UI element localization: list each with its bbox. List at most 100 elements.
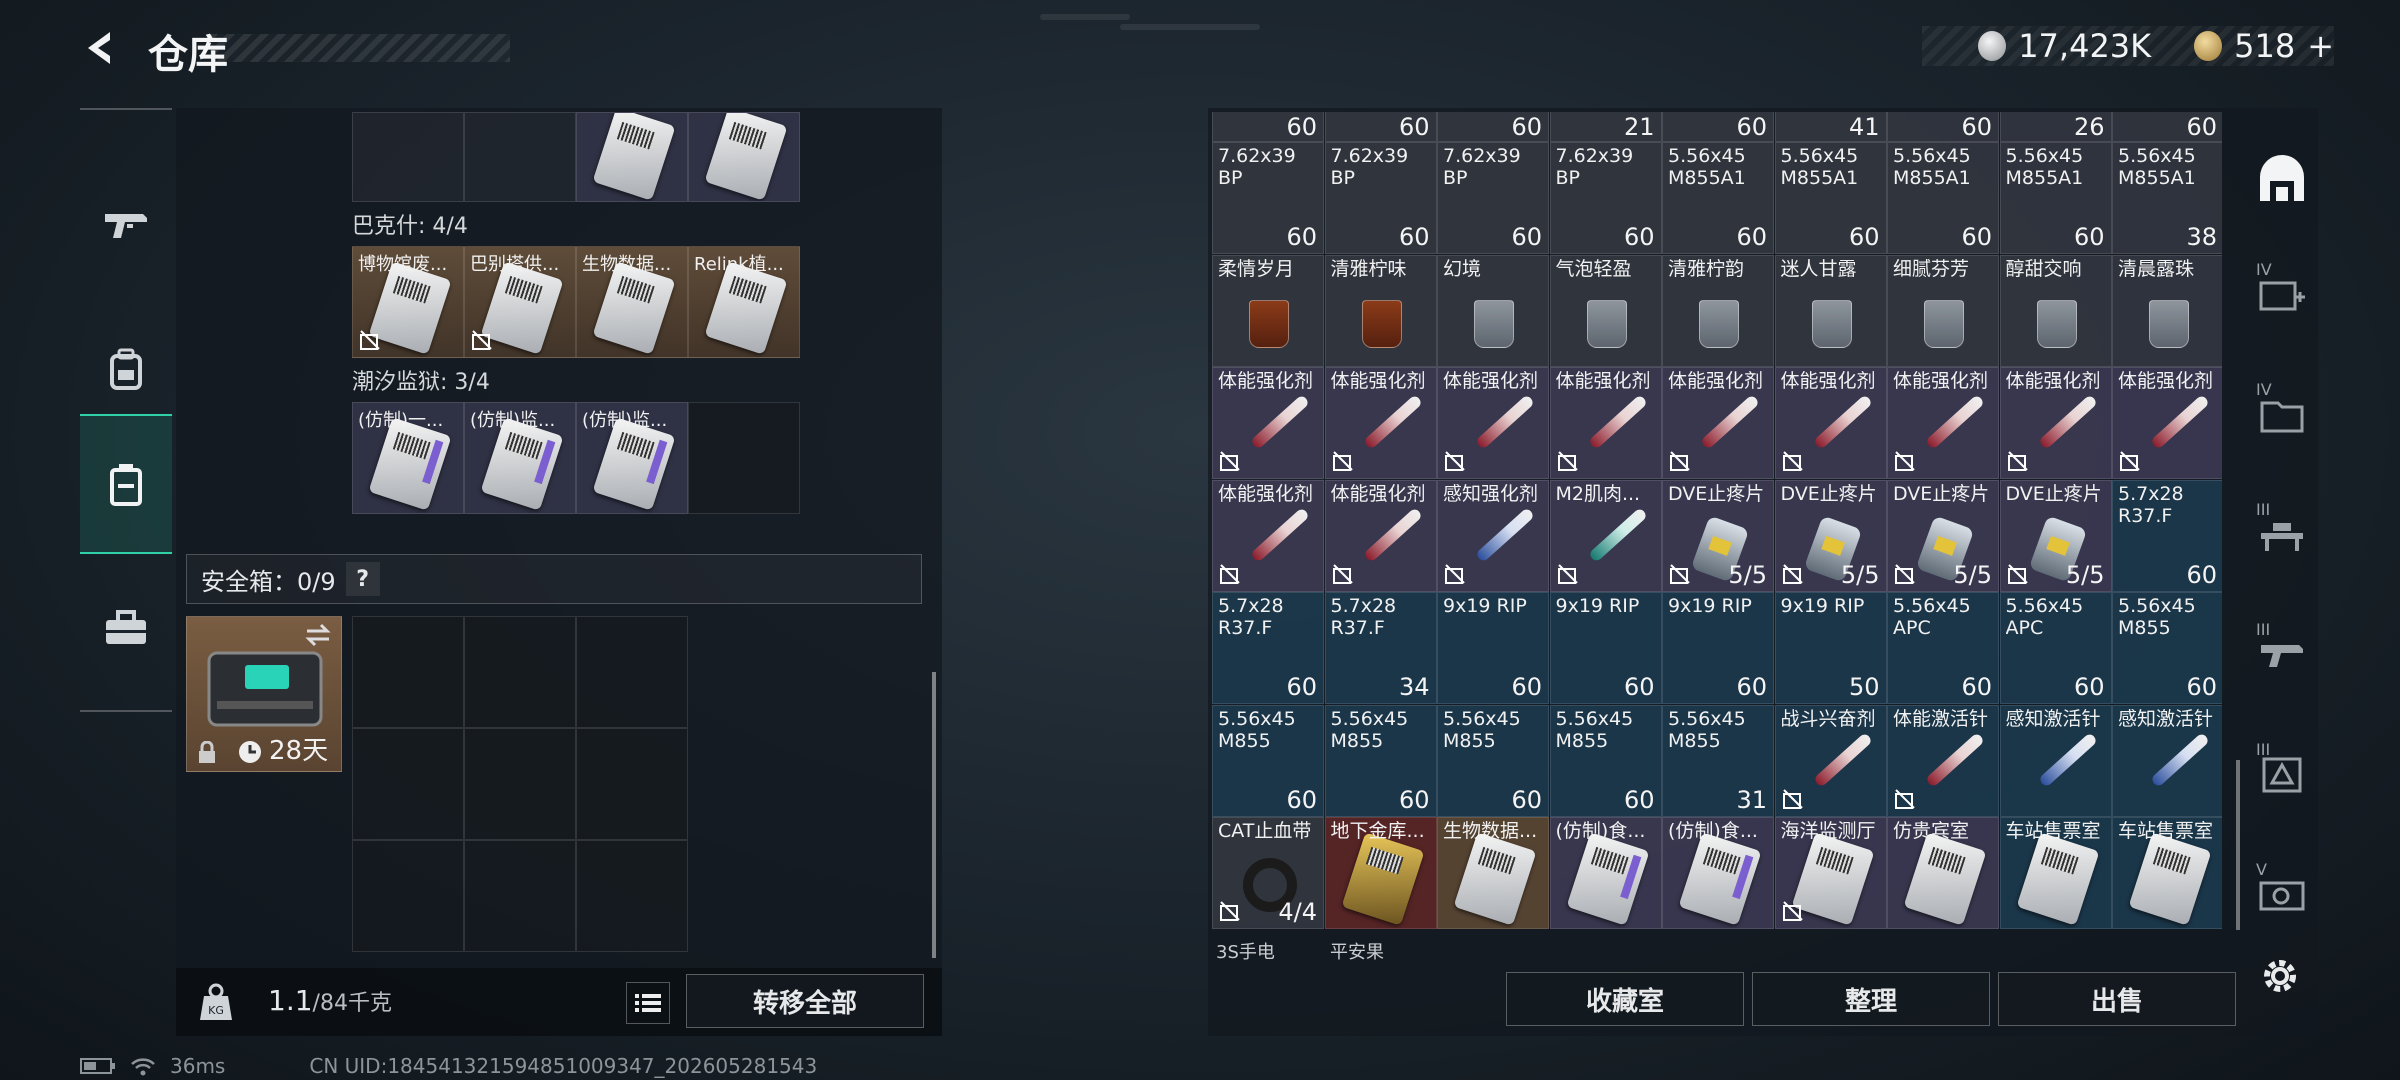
inventory-slot[interactable]: 26 [1999, 112, 2112, 142]
swap-icon[interactable] [303, 623, 333, 647]
inventory-slot[interactable]: 体能强化剂 [1887, 367, 1999, 479]
stash-slot[interactable] [352, 112, 464, 202]
collection-room-button[interactable]: 收藏室 [1506, 972, 1744, 1026]
nav-container[interactable] [80, 414, 172, 554]
stash-slot[interactable]: (仿制)监... [576, 402, 688, 514]
inventory-slot[interactable]: 地下金库... [1324, 817, 1437, 929]
empty-slot[interactable] [688, 402, 800, 514]
inventory-slot[interactable]: 21 [1549, 112, 1662, 142]
inventory-slot[interactable]: 60 [2112, 112, 2222, 142]
inventory-slot[interactable]: 体能强化剂 [1437, 367, 1549, 479]
stash-slot[interactable]: 生物数据... [576, 246, 688, 358]
safe-box-item[interactable]: 28天 [186, 616, 342, 772]
stash-slot[interactable] [576, 112, 688, 202]
inventory-slot[interactable]: 5.56x45 M855 60 [2112, 592, 2222, 704]
inventory-slot[interactable]: M2肌肉... [1549, 479, 1662, 592]
inventory-slot[interactable]: 体能强化剂 [1774, 367, 1887, 479]
inventory-slot[interactable]: 9x19 RIP 60 [1549, 592, 1662, 704]
inventory-slot[interactable]: 气泡轻盈 [1549, 254, 1662, 367]
inventory-slot[interactable]: DVE止疼片 5/5 [1999, 479, 2112, 592]
inventory-slot[interactable]: 5.56x45 M855A1 60 [1662, 142, 1774, 254]
inventory-slot[interactable]: DVE止疼片 5/5 [1662, 479, 1774, 592]
stash-slot[interactable]: (仿制)一... [352, 402, 464, 514]
inventory-slot[interactable]: 60 [1212, 112, 1324, 142]
stash-slot[interactable]: Relink植... [688, 246, 800, 358]
list-view-button[interactable] [626, 982, 670, 1024]
inventory-slot[interactable]: 9x19 RIP 60 [1437, 592, 1549, 704]
inventory-slot[interactable]: 迷人甘露 [1774, 254, 1887, 367]
inventory-slot[interactable]: 9x19 RIP 60 [1662, 592, 1774, 704]
inventory-slot[interactable]: 5.7x28 R37.F 60 [2112, 479, 2222, 592]
inventory-slot[interactable]: 5.56x45 APC 60 [1887, 592, 1999, 704]
inventory-slot[interactable]: 柔情岁月 [1212, 254, 1324, 367]
nav-weapons[interactable] [80, 156, 172, 296]
inventory-slot[interactable]: 7.62x39 BP 60 [1549, 142, 1662, 254]
inventory-slot[interactable]: 车站售票室 [2112, 817, 2222, 929]
inventory-slot[interactable]: 60 [1324, 112, 1437, 142]
inventory-slot[interactable]: 体能激活针 [1887, 704, 1999, 817]
empty-slot[interactable] [576, 616, 688, 728]
transfer-all-button[interactable]: 转移全部 [686, 974, 924, 1028]
inventory-slot[interactable]: 5.56x45 M855 60 [1324, 704, 1437, 817]
inventory-slot[interactable]: 清雅柠韵 [1662, 254, 1774, 367]
inventory-slot[interactable]: 41 [1774, 112, 1887, 142]
nav-medical-station[interactable]: IV [2246, 250, 2318, 340]
nav-tech-center[interactable]: III [2246, 730, 2318, 820]
nav-tools[interactable] [80, 558, 172, 698]
inventory-slot[interactable]: 5.56x45 M855A1 60 [1887, 142, 1999, 254]
inventory-slot[interactable]: 5.56x45 M855 60 [1549, 704, 1662, 817]
empty-slot[interactable] [352, 616, 464, 728]
stash-slot[interactable] [688, 112, 800, 202]
inventory-slot[interactable]: 感知强化剂 [1437, 479, 1549, 592]
inventory-slot[interactable]: 7.62x39 BP 60 [1324, 142, 1437, 254]
empty-slot[interactable] [464, 728, 576, 840]
organize-button[interactable]: 整理 [1752, 972, 1990, 1026]
inventory-slot[interactable]: 体能强化剂 [2112, 367, 2222, 479]
inventory-slot[interactable]: 感知激活针 [1999, 704, 2112, 817]
inventory-slot[interactable]: DVE止疼片 5/5 [1887, 479, 1999, 592]
inventory-slot[interactable]: 细腻芬芳 [1887, 254, 1999, 367]
nav-storage[interactable]: IV [2246, 370, 2318, 460]
inventory-slot[interactable]: 体能强化剂 [1212, 367, 1324, 479]
inventory-slot[interactable]: 体能强化剂 [1662, 367, 1774, 479]
inventory-slot[interactable]: 感知激活针 [2112, 704, 2222, 817]
inventory-slot[interactable]: 清雅柠味 [1324, 254, 1437, 367]
inventory-slot[interactable]: 生物数据... [1437, 817, 1549, 929]
nav-safehouse[interactable] [2246, 134, 2318, 224]
inventory-slot[interactable]: 车站售票室 [1999, 817, 2112, 929]
inventory-slot[interactable]: 60 [1662, 112, 1774, 142]
inventory-slot[interactable]: 5.56x45 M855A1 60 [1999, 142, 2112, 254]
inventory-slot[interactable]: 仿贵宾室 [1887, 817, 1999, 929]
inventory-slot[interactable]: 战斗兴奋剂 [1774, 704, 1887, 817]
help-button[interactable]: ? [345, 562, 380, 596]
inventory-slot[interactable]: 体能强化剂 [1324, 367, 1437, 479]
inventory-slot[interactable]: 5.7x28 R37.F 60 [1212, 592, 1324, 704]
empty-slot[interactable] [352, 840, 464, 952]
empty-slot[interactable] [352, 728, 464, 840]
inventory-slot[interactable]: 60 [1887, 112, 1999, 142]
stash-slot[interactable]: (仿制)监... [464, 402, 576, 514]
inventory-slot[interactable]: 幻境 [1437, 254, 1549, 367]
inventory-slot[interactable]: 5.56x45 APC 60 [1999, 592, 2112, 704]
inventory-slot[interactable]: 7.62x39 BP 60 [1212, 142, 1324, 254]
inventory-slot[interactable]: 5.56x45 M855 60 [1437, 704, 1549, 817]
inventory-slot[interactable]: 体能强化剂 [1324, 479, 1437, 592]
stash-slot[interactable]: 巴别塔供... [464, 246, 576, 358]
stash-slot[interactable] [464, 112, 576, 202]
stash-scrollbar[interactable] [932, 672, 936, 958]
inventory-slot[interactable]: 5.56x45 M855A1 38 [2112, 142, 2222, 254]
inventory-slot[interactable]: 60 [1437, 112, 1549, 142]
inventory-slot[interactable]: 5.56x45 M855 60 [1212, 704, 1324, 817]
inventory-slot[interactable]: 体能强化剂 [1549, 367, 1662, 479]
stash-slot[interactable]: 博物馆废... [352, 246, 464, 358]
inventory-slot[interactable]: (仿制)食... [1549, 817, 1662, 929]
nav-weapon-bench[interactable]: III [2246, 610, 2318, 700]
inventory-slot[interactable]: 海洋监测厅 [1774, 817, 1887, 929]
settings-button[interactable] [2258, 954, 2302, 998]
empty-slot[interactable] [464, 840, 576, 952]
inventory-slot[interactable]: 醇甜交响 [1999, 254, 2112, 367]
add-currency-button[interactable]: + [2307, 27, 2334, 65]
inventory-slot[interactable]: CAT止血带 4/4 [1212, 817, 1324, 929]
empty-slot[interactable] [576, 840, 688, 952]
empty-slot[interactable] [464, 616, 576, 728]
